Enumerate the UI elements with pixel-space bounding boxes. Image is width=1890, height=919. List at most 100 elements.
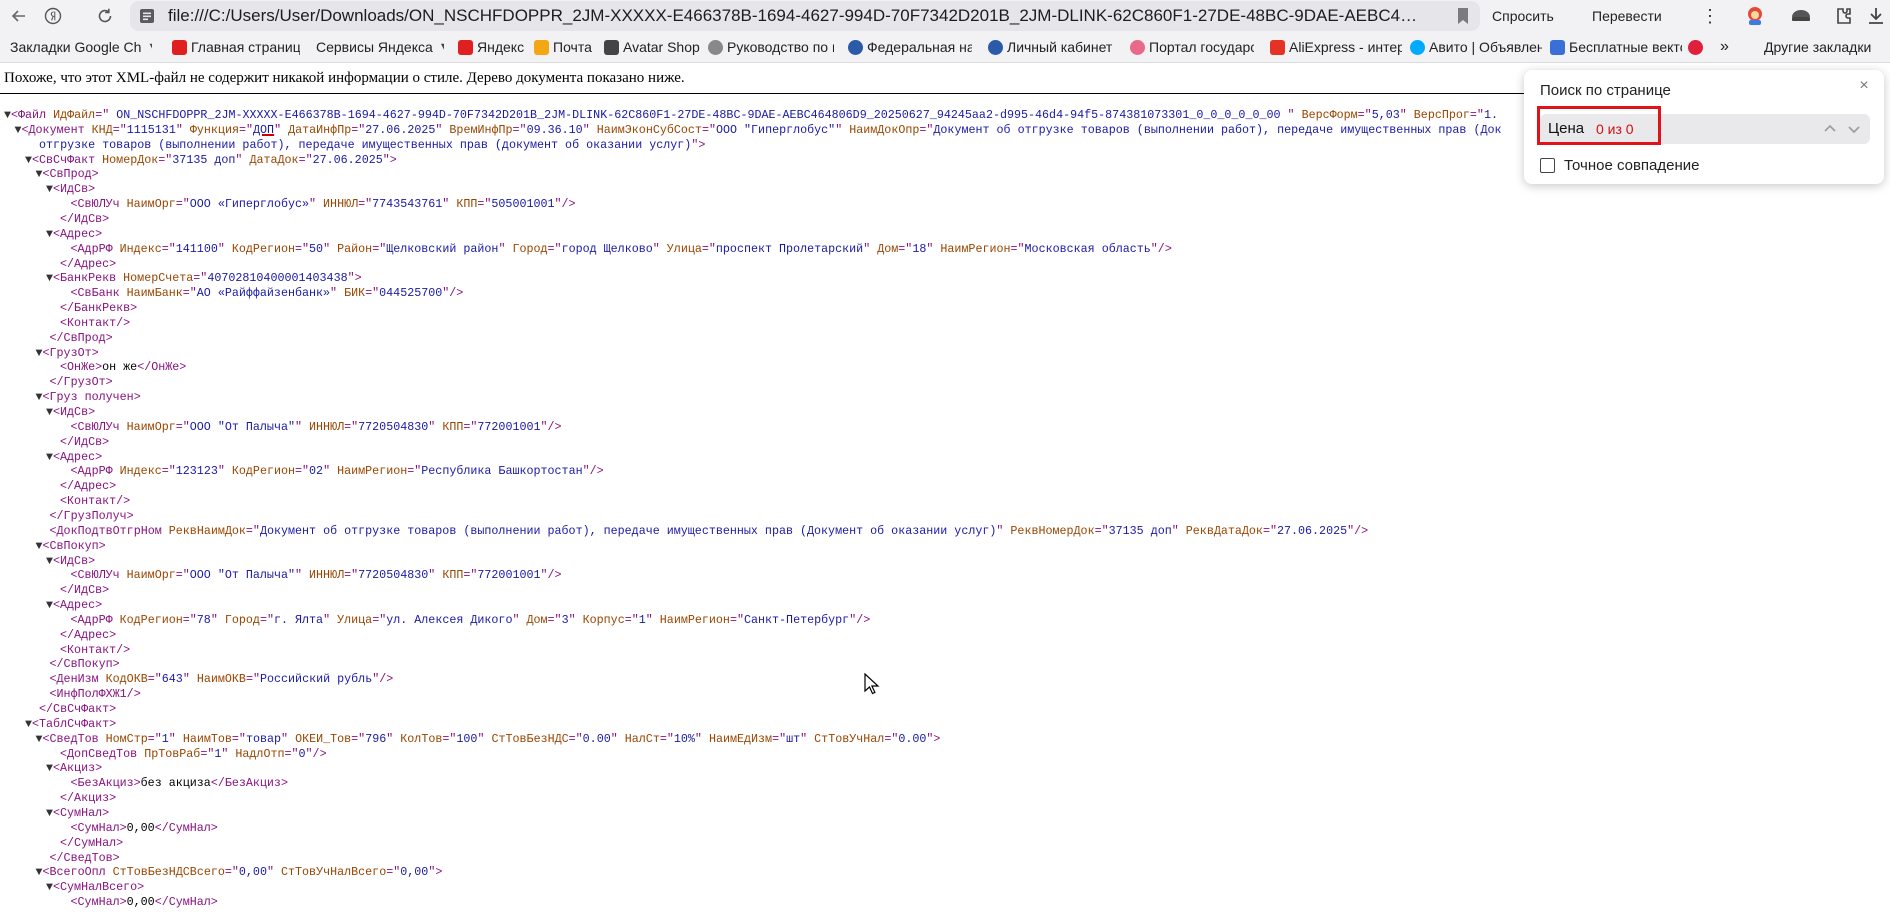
close-icon[interactable]: ×: [1856, 78, 1872, 94]
xml-token: ООО "Гиперглобус": [715, 122, 836, 137]
xml-token: =": [463, 419, 478, 434]
xml-element-toggle[interactable]: ▼<СвПокуп>: [36, 539, 106, 554]
xml-token: "/>: [582, 464, 604, 479]
xml-element-toggle[interactable]: ▼<Акциз>: [46, 761, 102, 776]
xml-token: РеквНаимДок: [168, 523, 246, 538]
bookmark-yandex[interactable]: Яндекс: [458, 38, 524, 56]
xml-element-toggle[interactable]: ▼<ИдСв>: [46, 182, 95, 197]
xml-element-toggle[interactable]: ▼<СумНал>: [46, 806, 109, 821]
back-button[interactable]: [6, 3, 32, 29]
more-bookmarks-button[interactable]: »: [1720, 38, 1736, 56]
translate-button[interactable]: Перевести: [1592, 4, 1662, 28]
chevron-up-icon[interactable]: [1822, 121, 1838, 137]
bookmark-yandex-home[interactable]: Главная страница: [172, 38, 300, 56]
xml-element-toggle[interactable]: ▼<Файл ИдФайл=" ON_NSCHFDOPPR_2JM-XXXXX-…: [4, 108, 1498, 123]
xml-line: <СумНал>0,00</СумНал>: [57, 895, 218, 910]
xml-token: ": [330, 286, 345, 301]
xml-token: ": [477, 731, 492, 746]
xml-token: 78: [196, 612, 211, 627]
bookmark-folder-google[interactable]: Закладки Google Ch ▼: [10, 38, 152, 56]
other-bookmarks-folder[interactable]: Другие закладки: [1764, 38, 1884, 56]
xml-token: =": [298, 152, 313, 167]
extension-mascot-icon[interactable]: [1743, 4, 1767, 28]
xml-element-toggle[interactable]: ▼<БанкРекв НомерСчета="40702810400001403…: [46, 271, 362, 286]
xml-element-toggle[interactable]: ▼<СведТов НомСтр="1" НаимТов="товар" ОКЕ…: [36, 732, 941, 747]
xml-token: <ДопСведТов: [60, 746, 145, 761]
expand-triangle-icon: ▼: [46, 761, 54, 776]
bookmark-heart[interactable]: [1688, 38, 1710, 56]
xml-element-toggle[interactable]: ▼<Адрес>: [46, 450, 102, 465]
bookmark-free-vectors[interactable]: Бесплатные векто: [1550, 38, 1682, 56]
bookmark-gosuslugi[interactable]: Портал государст: [1130, 38, 1254, 56]
bookmark-label: Федеральная нал: [867, 39, 972, 55]
download-icon[interactable]: [1864, 4, 1888, 28]
xml-token: ": [1399, 108, 1414, 122]
reload-button[interactable]: [92, 3, 118, 29]
notice-divider: [0, 93, 1535, 94]
xml-token: <Груз получен>: [42, 390, 141, 405]
xml-token: <АдрРФ: [70, 241, 120, 256]
extensions-puzzle-icon[interactable]: [1832, 4, 1856, 28]
xml-token: Санкт-Петербург: [743, 612, 850, 627]
expand-triangle-icon: ▼: [35, 167, 43, 182]
xml-element-toggle[interactable]: ▼<СвПрод>: [36, 167, 99, 182]
xml-element-toggle[interactable]: ▼<Адрес>: [46, 598, 102, 613]
bookmark-avatar-shop[interactable]: Avatar Shop: [604, 38, 700, 56]
xml-element-toggle[interactable]: ▼<СвСчФакт НомерДок="37135 доп" ДатаДок=…: [25, 153, 397, 168]
xml-line: </ИдСв>: [46, 583, 109, 598]
xml-token: ": [217, 464, 232, 479]
xml-token: НомерСчета: [123, 271, 194, 286]
bookmark-guide[interactable]: Руководство по п: [708, 38, 834, 56]
bookmark-icon[interactable]: [1456, 7, 1470, 25]
xml-element-toggle[interactable]: ▼<Груз получен>: [36, 390, 141, 405]
xml-token: </БезАкциз>: [210, 776, 288, 791]
xml-token: ": [323, 612, 338, 627]
xml-element-toggle[interactable]: ▼<Документ КНД="1115131" Функция="ДОП" Д…: [15, 123, 1502, 138]
xml-token: </СвСчФакт>: [39, 702, 117, 716]
bookmark-label: Главная страница: [191, 39, 300, 55]
yandex-home-button[interactable]: [40, 3, 66, 29]
xml-token: ВремИнфПр: [449, 122, 513, 137]
ask-button[interactable]: Спросить: [1492, 4, 1554, 28]
chevron-down-icon[interactable]: [1846, 121, 1862, 137]
xml-token: <ТаблСчФакт>: [32, 716, 117, 731]
extension-hat-icon[interactable]: [1789, 4, 1813, 28]
xml-element-toggle[interactable]: ▼<Адрес>: [46, 227, 102, 242]
xml-element-toggle[interactable]: ▼<СумНалВсего>: [46, 880, 144, 895]
xml-token: =": [351, 731, 366, 746]
xml-token: 37135 доп: [172, 152, 236, 167]
bookmark-avito[interactable]: Авито | Объявлен: [1410, 38, 1542, 56]
chevron-down-icon: ▼: [439, 41, 444, 53]
bookmark-mail[interactable]: Почта: [534, 38, 594, 56]
bookmark-folder-yandex-services[interactable]: Сервисы Яндекса ▼: [316, 38, 444, 56]
xml-token: РеквДатаДок: [1185, 523, 1263, 538]
xml-element-toggle[interactable]: ▼<ГрузОт>: [36, 346, 99, 361]
xml-token: Индекс: [119, 464, 162, 479]
bookmark-tax-service[interactable]: Федеральная нал: [848, 38, 972, 56]
xml-token: 27.06.2025: [1276, 523, 1348, 538]
xml-element-toggle[interactable]: ▼<ВсегоОпл СтТовБезНДСВсего="0,00" СтТов…: [36, 865, 443, 880]
xml-element-toggle[interactable]: ▼<ТаблСчФакт>: [25, 717, 116, 732]
bookmark-label: Почта: [553, 39, 592, 55]
xml-line: <АдрРФ Индекс="123123" КодРегион="02" На…: [57, 464, 604, 479]
xml-token: 02: [309, 464, 324, 479]
bookmark-aliexpress[interactable]: AliExpress - интер: [1270, 38, 1402, 56]
address-bar[interactable]: file:///C:/Users/User/Downloads/ON_NSCHF…: [130, 1, 1480, 31]
yandex-icon: [172, 39, 187, 55]
xml-token: Улица: [666, 241, 702, 256]
xml-token: "/>: [554, 197, 576, 212]
xml-token: </СведТов>: [49, 850, 120, 865]
more-menu-button[interactable]: ⋮: [1700, 4, 1720, 28]
xml-token: СтТовУчНал: [814, 731, 885, 746]
xml-element-toggle[interactable]: ▼<ИдСв>: [46, 405, 95, 420]
exact-match-checkbox[interactable]: Точное совпадение: [1540, 157, 1700, 174]
xml-line: </СведТов>: [36, 851, 120, 866]
bookmark-personal-cabinet[interactable]: Личный кабинет: [988, 38, 1114, 56]
xml-token: =": [224, 865, 239, 880]
xml-element-toggle[interactable]: ▼<ИдСв>: [46, 554, 95, 569]
